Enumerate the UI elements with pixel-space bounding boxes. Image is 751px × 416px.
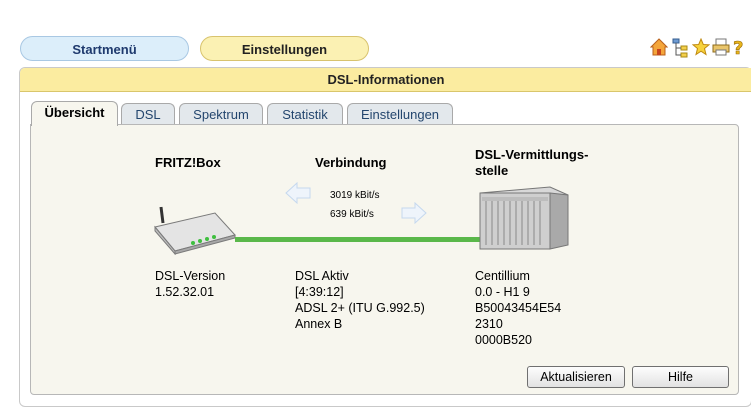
- tab-spectrum[interactable]: Spektrum: [179, 103, 263, 125]
- svg-text:?: ?: [733, 38, 743, 57]
- home-icon[interactable]: [650, 38, 668, 56]
- tab-settings[interactable]: Einstellungen: [347, 103, 453, 125]
- nav-start-menu[interactable]: Startmenü: [20, 36, 189, 61]
- panel-title: DSL-Informationen: [20, 68, 751, 92]
- print-icon[interactable]: [712, 38, 730, 56]
- sitemap-icon[interactable]: [671, 38, 689, 58]
- toolbar-icons: ?: [650, 38, 748, 58]
- tab-statistics[interactable]: Statistik: [267, 103, 343, 125]
- nav-settings[interactable]: Einstellungen: [200, 36, 369, 61]
- refresh-button[interactable]: Aktualisieren: [527, 366, 625, 388]
- tab-overview[interactable]: Übersicht: [31, 101, 118, 126]
- tab-dsl[interactable]: DSL: [121, 103, 175, 125]
- star-icon[interactable]: [692, 38, 710, 56]
- overview-content: [30, 124, 739, 395]
- help-button[interactable]: Hilfe: [632, 366, 729, 388]
- help-icon[interactable]: ?: [732, 38, 746, 57]
